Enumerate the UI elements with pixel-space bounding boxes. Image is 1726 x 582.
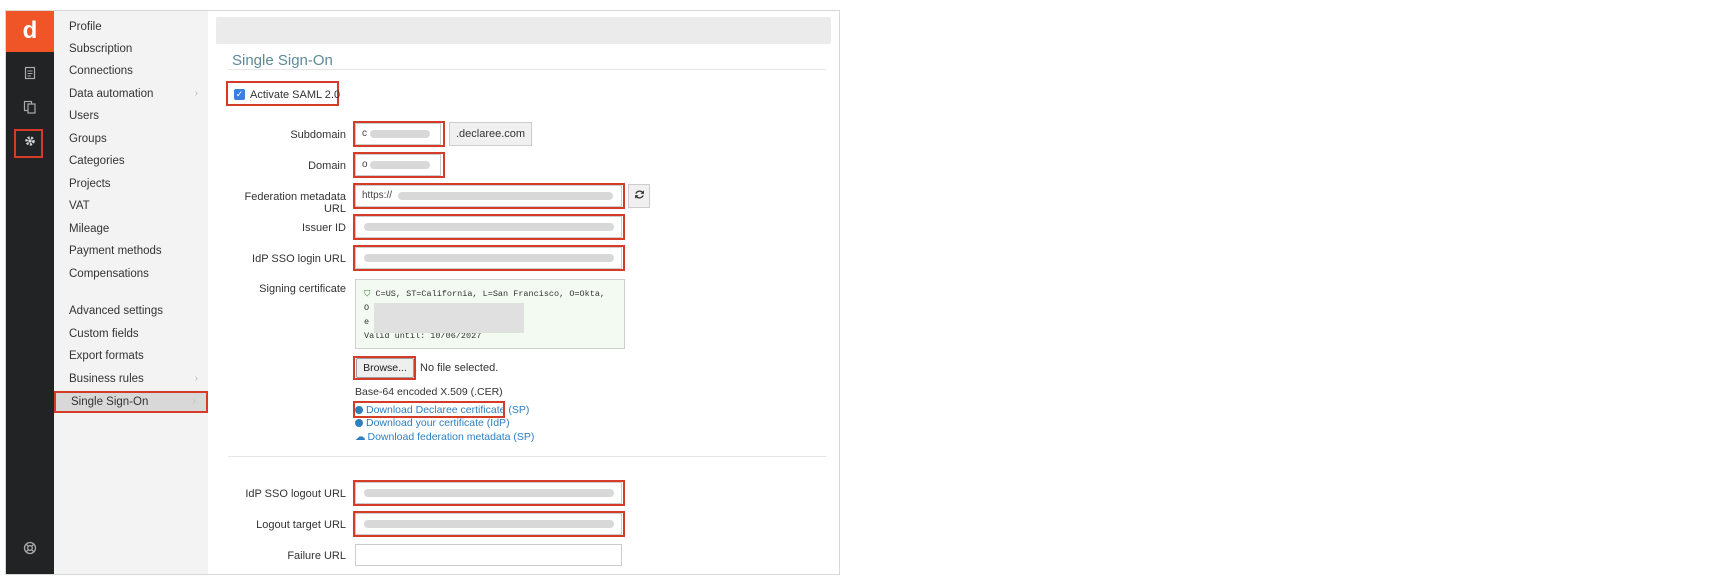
idp-sso-logout-url-label: IdP SSO logout URL xyxy=(245,488,346,500)
copy-icon[interactable] xyxy=(20,100,40,120)
activate-saml-label: Activate SAML 2.0 xyxy=(250,89,341,101)
subnav-item-projects[interactable]: Projects xyxy=(54,173,208,195)
refresh-metadata-button[interactable] xyxy=(628,184,650,208)
subnav-item-mileage[interactable]: Mileage xyxy=(54,218,208,240)
divider xyxy=(228,456,826,457)
divider xyxy=(228,69,826,70)
signing-certificate-label: Signing certificate xyxy=(259,283,346,295)
refresh-icon xyxy=(634,190,644,199)
section-title: Single Sign-On xyxy=(232,52,333,69)
subnav-label: Mileage xyxy=(69,223,110,235)
activate-saml-checkbox[interactable]: ✓ xyxy=(234,89,245,100)
subnav-item-compensations[interactable]: Compensations xyxy=(54,263,208,285)
browse-highlight xyxy=(353,356,416,380)
subnav-item-export-formats[interactable]: Export formats xyxy=(54,345,208,367)
subnav-label: Custom fields xyxy=(69,328,139,340)
subnav-item-users[interactable]: Users xyxy=(54,105,208,127)
settings-subnav: Profile Subscription Connections Data au… xyxy=(54,11,208,574)
document-icon[interactable] xyxy=(20,66,40,86)
subnav-item-vat[interactable]: VAT xyxy=(54,195,208,217)
cloud-download-icon: ☁ xyxy=(355,431,366,443)
certificate-subject: C=US, ST=California, L=San Francisco, O=… xyxy=(375,289,606,299)
redacted-block xyxy=(374,303,524,333)
certificate-line-1: ⛉ C=US, ST=California, L=San Francisco, … xyxy=(364,287,616,301)
subnav-label: Single Sign-On xyxy=(71,396,149,408)
main-content: Single Sign-On ✓ Activate SAML 2.0 Subdo… xyxy=(208,11,839,574)
chevron-right-icon: › xyxy=(194,88,198,99)
top-bar xyxy=(216,17,831,44)
download-federation-metadata-link[interactable]: ☁ Download federation metadata (SP) xyxy=(355,431,534,443)
declaree-logo[interactable]: d xyxy=(6,11,54,52)
subnav-label: Payment methods xyxy=(69,245,162,257)
subnav-item-advanced-settings[interactable]: Advanced settings xyxy=(54,300,208,322)
idp-sso-login-url-label: IdP SSO login URL xyxy=(252,253,346,265)
help-icon[interactable] xyxy=(20,541,40,561)
subnav-label: Users xyxy=(69,110,100,122)
subnav-label: Categories xyxy=(69,155,125,167)
subnav-item-data-automation[interactable]: Data automation › xyxy=(54,83,208,105)
subnav-item-single-sign-on[interactable]: Single Sign-On › xyxy=(54,391,208,413)
subnav-item-categories[interactable]: Categories xyxy=(54,150,208,172)
subnav-label: Profile xyxy=(69,21,102,33)
subnav-label: Advanced settings xyxy=(69,305,163,317)
subnav-label: Compensations xyxy=(69,268,149,280)
subnav-item-payment-methods[interactable]: Payment methods xyxy=(54,240,208,262)
subdomain-suffix: .declaree.com xyxy=(449,122,533,146)
federation-metadata-url-highlight xyxy=(353,183,625,209)
chevron-right-icon: › xyxy=(194,373,198,384)
chevron-right-icon: › xyxy=(192,396,196,407)
no-file-selected-text: No file selected. xyxy=(420,362,499,374)
subnav-item-groups[interactable]: Groups xyxy=(54,128,208,150)
link-text: Download your certificate (IdP) xyxy=(366,417,510,429)
shield-icon: ⛉ xyxy=(364,289,371,299)
download-declaree-certificate-highlight xyxy=(353,401,505,418)
subnav-label: VAT xyxy=(69,200,90,212)
subnav-label: Connections xyxy=(69,65,133,77)
subnav-label: Subscription xyxy=(69,43,133,55)
subnav-label: Groups xyxy=(69,133,107,145)
federation-metadata-url-label: Federation metadata URL xyxy=(244,191,346,215)
domain-highlight xyxy=(353,152,445,178)
download-your-certificate-link[interactable]: Download your certificate (IdP) xyxy=(355,417,510,429)
idp-sso-logout-url-highlight xyxy=(353,480,625,506)
link-text: Download federation metadata (SP) xyxy=(367,431,535,443)
idp-sso-login-url-highlight xyxy=(353,245,625,271)
subnav-label: Business rules xyxy=(69,373,144,385)
failure-url-label: Failure URL xyxy=(287,550,346,562)
subnav-item-connections[interactable]: Connections xyxy=(54,60,208,82)
failure-url-input[interactable] xyxy=(355,544,622,566)
certificate-format-note: Base-64 encoded X.509 (.CER) xyxy=(355,386,503,398)
subdomain-label: Subdomain xyxy=(290,129,346,141)
app-window: d Profile Subscription Connections Data … xyxy=(5,10,840,575)
subnav-item-profile[interactable]: Profile xyxy=(54,16,208,38)
subnav-label: Export formats xyxy=(69,350,144,362)
issuer-id-label: Issuer ID xyxy=(301,222,346,234)
subnav-item-business-rules[interactable]: Business rules › xyxy=(54,368,208,390)
subnav-label: Projects xyxy=(69,178,111,190)
subdomain-highlight xyxy=(353,121,445,147)
signing-certificate-box: ⛉ C=US, ST=California, L=San Francisco, … xyxy=(355,279,625,349)
gear-icon[interactable] xyxy=(20,134,40,154)
issuer-id-highlight xyxy=(353,214,625,240)
subnav-item-custom-fields[interactable]: Custom fields xyxy=(54,323,208,345)
info-dot-icon xyxy=(355,419,363,427)
subnav-item-subscription[interactable]: Subscription xyxy=(54,38,208,60)
subnav-label: Data automation xyxy=(69,88,154,100)
domain-label: Domain xyxy=(308,160,346,172)
logout-target-url-label: Logout target URL xyxy=(256,519,346,531)
icon-rail: d xyxy=(6,11,54,574)
logout-target-url-highlight xyxy=(353,511,625,537)
